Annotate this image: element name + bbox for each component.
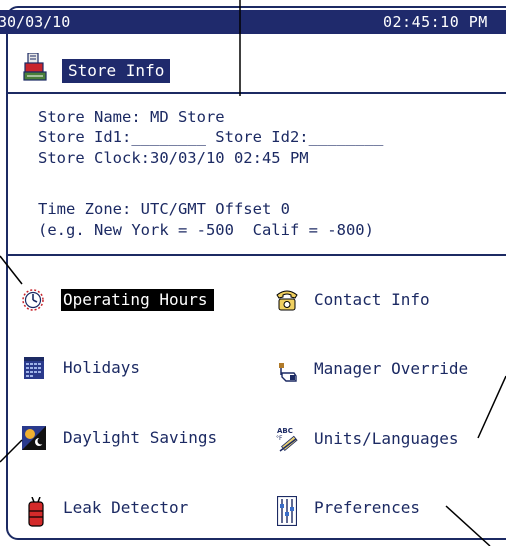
calendar-icon xyxy=(24,357,44,379)
sun-moon-icon xyxy=(22,426,46,450)
page-title: Store Info xyxy=(62,59,171,83)
telephone-icon xyxy=(275,289,299,311)
menu-label-units-languages: Units/Languages xyxy=(314,429,459,448)
store-terminal-icon xyxy=(23,52,47,83)
menu-label-contact-info: Contact Info xyxy=(314,290,430,309)
screen-frame xyxy=(6,6,506,540)
svg-text:°F: °F xyxy=(276,435,283,442)
divider-bottom xyxy=(8,254,506,256)
hand-key-icon xyxy=(276,361,300,385)
store-clock-text: Store Clock:30/03/10 02:45 PM xyxy=(38,149,309,167)
status-bar: 30/03/10 02:45:10 PM xyxy=(0,10,506,34)
status-time: 02:45:10 PM xyxy=(383,13,488,31)
svg-text:ABC: ABC xyxy=(277,427,293,435)
leak-detector-icon xyxy=(28,496,44,527)
menu-label-preferences: Preferences xyxy=(314,498,420,517)
menu-label-daylight-savings: Daylight Savings xyxy=(63,428,218,447)
status-date: 30/03/10 xyxy=(0,13,71,31)
menu-label-leak-detector: Leak Detector xyxy=(63,498,189,517)
timezone-text: Time Zone: UTC/GMT Offset 0 xyxy=(38,200,290,218)
divider-top xyxy=(8,92,506,94)
timezone-example-text: (e.g. New York = -500 Calif = -800) xyxy=(38,221,374,239)
preferences-icon xyxy=(276,495,298,527)
menu-label-holidays: Holidays xyxy=(63,358,141,377)
clock-icon xyxy=(21,288,44,312)
store-id-text: Store Id1:________ Store Id2:________ xyxy=(38,128,384,146)
menu-label-manager-override: Manager Override xyxy=(314,359,469,378)
store-name-text: Store Name: MD Store xyxy=(38,108,225,126)
abc-units-icon: ABC °F xyxy=(276,425,300,453)
menu-label-operating-hours: Operating Hours xyxy=(61,289,214,311)
